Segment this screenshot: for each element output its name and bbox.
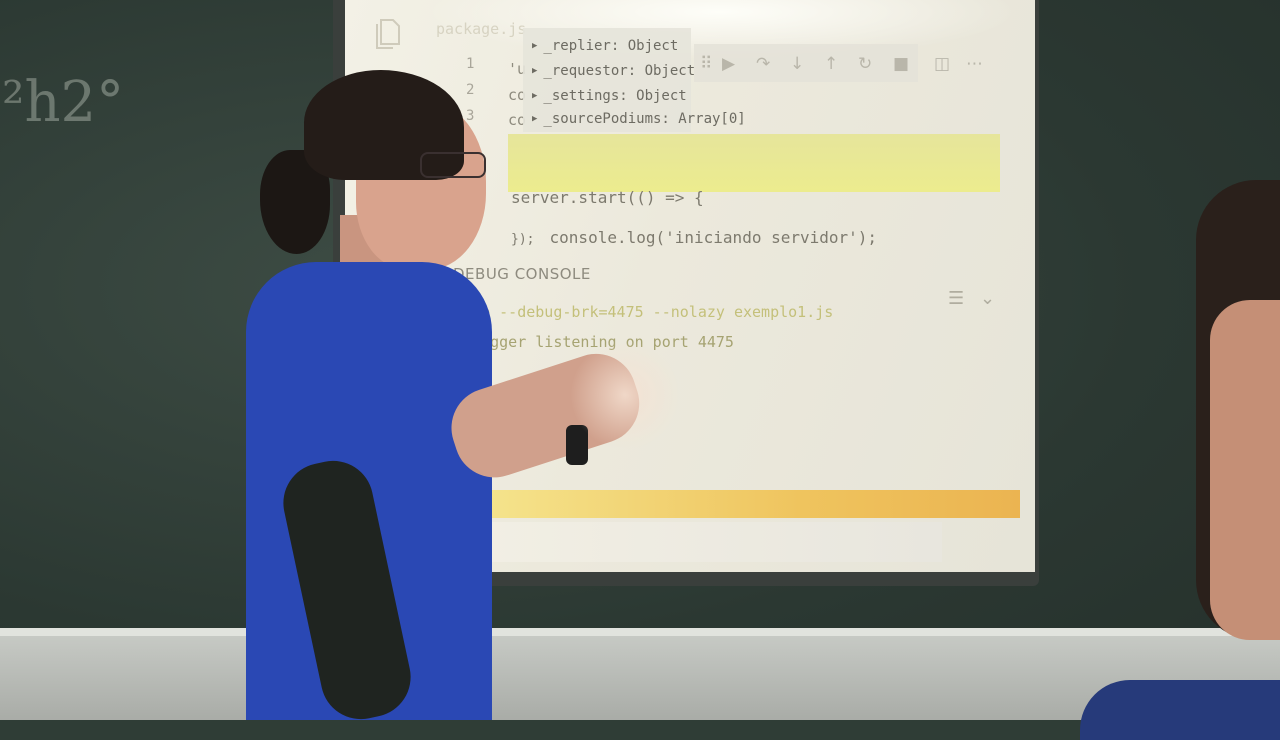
clear-console-icon[interactable]: ☰ bbox=[948, 288, 964, 309]
os-taskbar bbox=[472, 522, 942, 562]
audience-member-face bbox=[1210, 300, 1280, 640]
status-bar bbox=[472, 490, 1020, 518]
popup-row[interactable]: ▶ _sourcePodiums: Array[0] bbox=[532, 111, 746, 127]
popup-row[interactable]: ▶ _settings: Object bbox=[532, 88, 687, 104]
popup-row[interactable]: ▶ _replier: Object bbox=[532, 38, 678, 54]
line-number: 1 bbox=[466, 56, 475, 72]
expand-caret-icon[interactable]: ▶ bbox=[532, 91, 537, 101]
ledge-lip bbox=[0, 628, 1280, 636]
debug-console-title[interactable]: DEBUG CONSOLE bbox=[453, 265, 591, 283]
editor-tab-label[interactable]: package.js bbox=[436, 20, 526, 38]
current-line-highlight bbox=[508, 134, 1000, 192]
console-output-line: node --debug-brk=4475 --nolazy exemplo1.… bbox=[454, 303, 834, 321]
code-line: }); bbox=[511, 232, 535, 247]
line-number: 2 bbox=[466, 82, 475, 98]
explorer-file-icon[interactable] bbox=[375, 18, 401, 50]
expand-caret-icon[interactable]: ▶ bbox=[532, 114, 537, 124]
code-line: console.log('iniciando servidor'); bbox=[511, 228, 878, 247]
stop-icon[interactable]: ■ bbox=[893, 54, 909, 74]
step-into-icon[interactable]: ↓ bbox=[790, 54, 804, 74]
code-line: server.start(() => { bbox=[511, 188, 704, 207]
popup-row[interactable]: ▶ _requestor: Object bbox=[532, 63, 695, 79]
presenter-glasses bbox=[420, 152, 486, 178]
expand-caret-icon[interactable]: ▶ bbox=[532, 66, 537, 76]
presenter-hand-motion-blur bbox=[570, 340, 680, 450]
restart-icon[interactable]: ↻ bbox=[858, 54, 872, 74]
drag-handle-icon[interactable]: ⠿ bbox=[700, 54, 712, 74]
expand-caret-icon[interactable]: ▶ bbox=[532, 41, 537, 51]
more-actions-icon[interactable]: ⋯ bbox=[966, 54, 983, 74]
continue-icon[interactable]: ▶ bbox=[722, 54, 735, 74]
step-over-icon[interactable]: ↷ bbox=[756, 54, 770, 74]
chevron-down-icon[interactable]: ⌄ bbox=[980, 288, 995, 309]
audience-member-shoulder bbox=[1080, 680, 1280, 740]
step-out-icon[interactable]: ↑ bbox=[824, 54, 838, 74]
line-number: 3 bbox=[466, 108, 475, 124]
chalk-writing: ²h2° bbox=[2, 70, 125, 135]
split-editor-icon[interactable]: ◫ bbox=[934, 54, 950, 74]
